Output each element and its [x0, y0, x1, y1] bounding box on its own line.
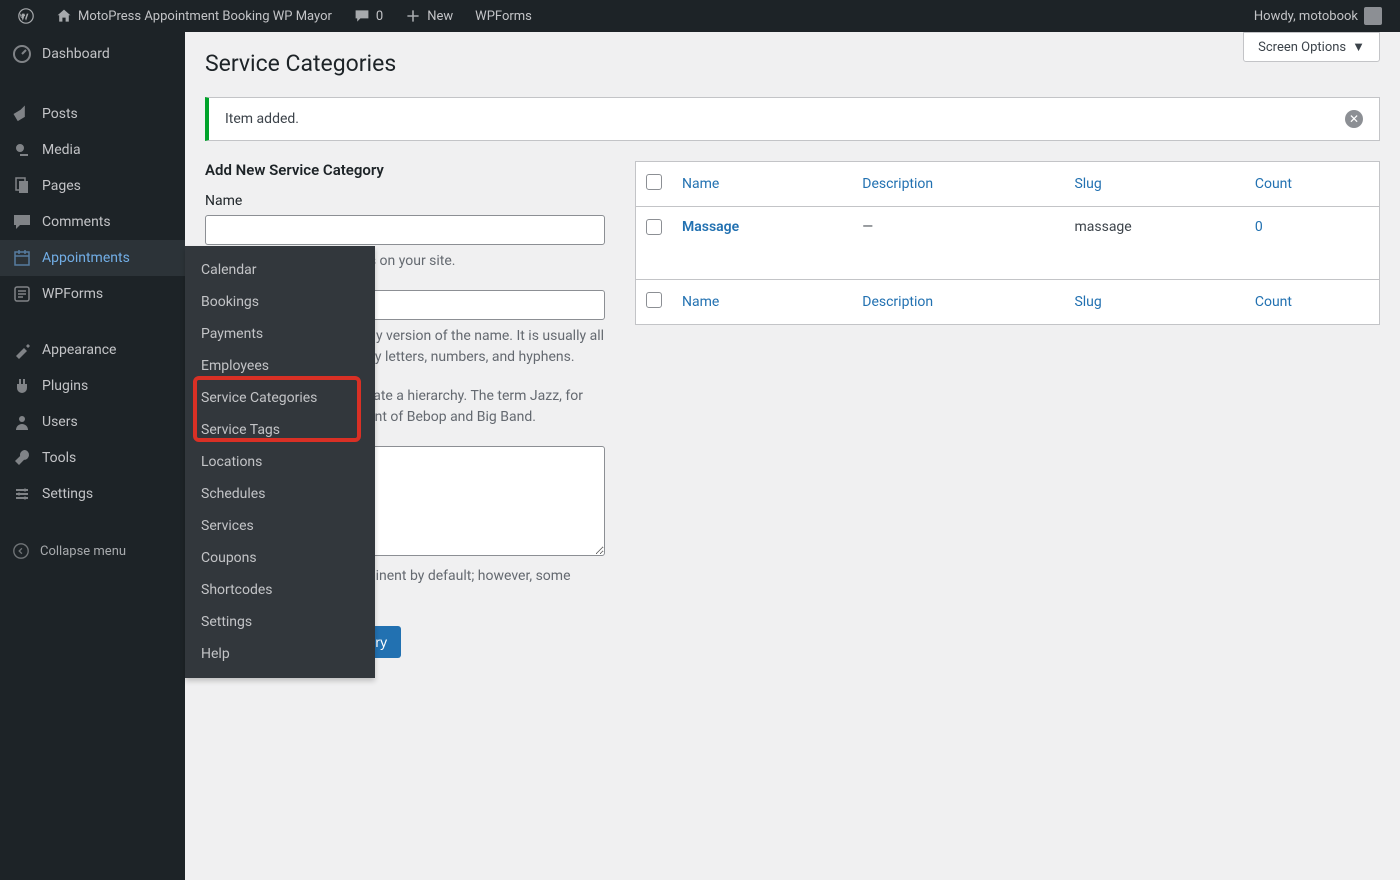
success-notice: Item added. ✕ — [205, 97, 1380, 141]
col-count[interactable]: Count — [1245, 162, 1380, 207]
sidebar-item-pages[interactable]: Pages — [0, 168, 185, 204]
submenu-item-calendar[interactable]: Calendar — [185, 254, 375, 286]
categories-table: Name Description Slug Count Massage — ma… — [635, 161, 1380, 325]
account-link[interactable]: Howdy, motobook — [1246, 7, 1390, 25]
site-home-link[interactable]: MotoPress Appointment Booking WP Mayor — [48, 8, 340, 24]
row-slug: massage — [1064, 207, 1244, 280]
wp-logo[interactable] — [10, 8, 42, 24]
form-heading: Add New Service Category — [205, 161, 605, 179]
wpforms-toolbar-link[interactable]: WPForms — [467, 9, 540, 24]
col-name[interactable]: Name — [672, 162, 852, 207]
sidebar-item-comments[interactable]: Comments — [0, 204, 185, 240]
name-input[interactable] — [205, 215, 605, 245]
sidebar-item-wpforms[interactable]: WPForms — [0, 276, 185, 312]
row-description: — — [852, 207, 1064, 280]
row-checkbox[interactable] — [646, 219, 662, 235]
col-slug-footer[interactable]: Slug — [1064, 280, 1244, 325]
sidebar-item-dashboard[interactable]: Dashboard — [0, 32, 185, 76]
sidebar-item-users[interactable]: Users — [0, 404, 185, 440]
select-all-checkbox[interactable] — [646, 174, 662, 190]
admin-toolbar: MotoPress Appointment Booking WP Mayor 0… — [0, 0, 1400, 32]
admin-sidebar: Dashboard Posts Media Pages Comments App… — [0, 32, 185, 880]
sidebar-item-appointments[interactable]: Appointments — [0, 240, 185, 276]
submenu-item-locations[interactable]: Locations — [185, 446, 375, 478]
col-description[interactable]: Description — [852, 162, 1064, 207]
page-title: Service Categories — [205, 32, 1380, 87]
submenu-item-coupons[interactable]: Coupons — [185, 542, 375, 574]
col-count-footer[interactable]: Count — [1245, 280, 1380, 325]
row-name-link[interactable]: Massage — [682, 219, 739, 235]
submenu-item-help[interactable]: Help — [185, 638, 375, 670]
avatar — [1364, 7, 1382, 25]
collapse-menu-button[interactable]: Collapse menu — [0, 532, 185, 570]
site-name: MotoPress Appointment Booking WP Mayor — [78, 9, 332, 24]
table-row: Massage — massage 0 — [636, 207, 1380, 280]
submenu-item-service-tags[interactable]: Service Tags — [185, 414, 375, 446]
comments-link[interactable]: 0 — [346, 8, 391, 24]
submenu-item-schedules[interactable]: Schedules — [185, 478, 375, 510]
sidebar-item-appearance[interactable]: Appearance — [0, 332, 185, 368]
row-count-link[interactable]: 0 — [1255, 219, 1263, 235]
submenu-item-employees[interactable]: Employees — [185, 350, 375, 382]
appointments-submenu: Calendar Bookings Payments Employees Ser… — [185, 246, 375, 678]
col-description-footer[interactable]: Description — [852, 280, 1064, 325]
greeting: Howdy, motobook — [1254, 9, 1358, 24]
sidebar-item-posts[interactable]: Posts — [0, 96, 185, 132]
submenu-item-settings[interactable]: Settings — [185, 606, 375, 638]
name-label: Name — [205, 193, 605, 209]
submenu-item-service-categories[interactable]: Service Categories — [185, 382, 375, 414]
submenu-item-services[interactable]: Services — [185, 510, 375, 542]
sidebar-item-plugins[interactable]: Plugins — [0, 368, 185, 404]
screen-options-toggle[interactable]: Screen Options▼ — [1243, 32, 1380, 62]
dismiss-notice-button[interactable]: ✕ — [1345, 110, 1363, 128]
col-name-footer[interactable]: Name — [672, 280, 852, 325]
notice-text: Item added. — [225, 111, 299, 127]
sidebar-item-tools[interactable]: Tools — [0, 440, 185, 476]
col-slug[interactable]: Slug — [1064, 162, 1244, 207]
comments-count: 0 — [376, 9, 383, 24]
caret-down-icon: ▼ — [1352, 39, 1365, 55]
submenu-item-payments[interactable]: Payments — [185, 318, 375, 350]
new-label: New — [427, 9, 453, 24]
select-all-checkbox-footer[interactable] — [646, 292, 662, 308]
sidebar-item-settings[interactable]: Settings — [0, 476, 185, 512]
new-content-link[interactable]: New — [397, 8, 461, 24]
sidebar-item-media[interactable]: Media — [0, 132, 185, 168]
submenu-item-shortcodes[interactable]: Shortcodes — [185, 574, 375, 606]
submenu-item-bookings[interactable]: Bookings — [185, 286, 375, 318]
